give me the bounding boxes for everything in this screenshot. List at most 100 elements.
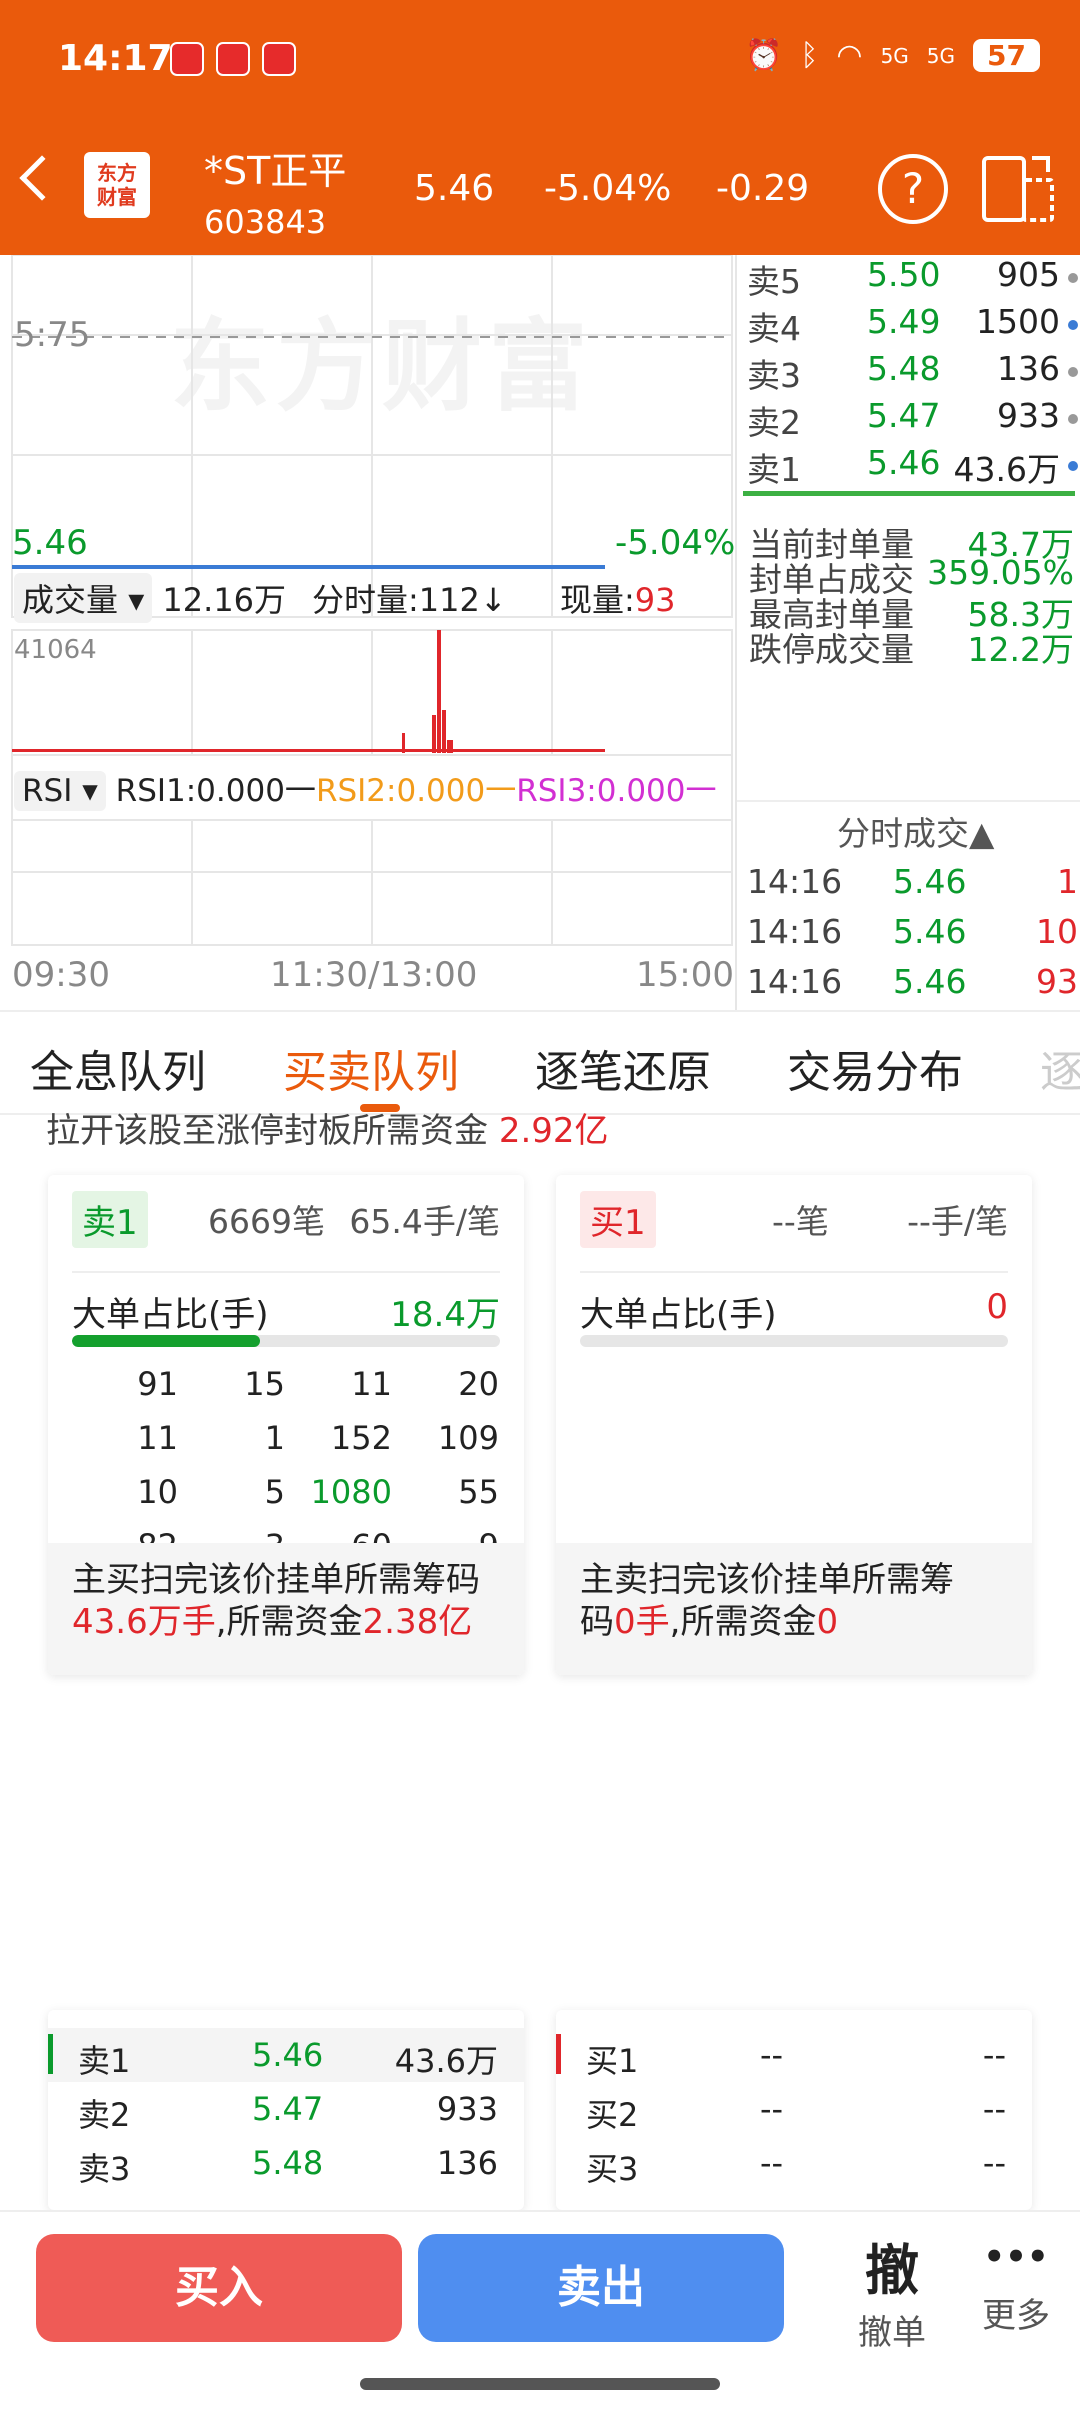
orderbook-row[interactable]: 卖4 5.49 1500 [743, 302, 1078, 350]
battery-icon: 57 [973, 39, 1040, 72]
depth-price: 5.47 [252, 2090, 324, 2128]
big-order-value: 18.4万 [390, 1295, 500, 1335]
queue-order-size: 15 [244, 1365, 285, 1403]
queue-order-size: 91 [137, 1365, 178, 1403]
buy1-tag: 买1 [580, 1191, 656, 1248]
tab-full-queue[interactable]: 全息队列 [30, 1036, 206, 1100]
stock-code: 603843 [204, 203, 327, 241]
bottom-action-bar: 买入 卖出 撤 撤单 ••• 更多 [0, 2210, 1080, 2360]
tab-trade-distribution[interactable]: 交易分布 [787, 1036, 963, 1100]
orderbook-label: 卖4 [747, 309, 801, 348]
switch-layout-icon[interactable] [980, 154, 1056, 224]
header-price: 5.46 [414, 168, 495, 209]
bluetooth-icon: ᛒ [800, 38, 819, 73]
big-order-bar [72, 1335, 500, 1347]
cancel-icon: 撤 [865, 2239, 919, 2302]
orderbook-row[interactable]: 卖1 5.46 43.6万 [743, 443, 1078, 491]
sell1-orders: 6669笔 [208, 1202, 325, 1241]
tick-time: 14:16 [747, 912, 843, 951]
orderbook-row[interactable]: 卖3 5.48 136 [743, 349, 1078, 397]
alarm-icon: ⏰ [745, 38, 783, 73]
tab-bid-ask-queue[interactable]: 买卖队列 [283, 1036, 459, 1100]
depth-label: 卖1 [78, 2042, 131, 2080]
sell-button[interactable]: 卖出 [418, 2234, 784, 2342]
depth-row[interactable]: 买2 -- -- [556, 2082, 1032, 2136]
sell1-queue-card: 卖1 6669笔 65.4手/笔 大单占比(手) 18.4万 91 15 11 20 1… [48, 1175, 524, 1675]
depth-label: 买3 [586, 2150, 639, 2188]
buy1-orders: --笔 [772, 1202, 829, 1241]
buy1-per-order: --手/笔 [907, 1202, 1008, 1241]
orderbook-price: 5.50 [867, 255, 941, 294]
intraday-chart[interactable]: 东方财富 5:75 5.46 -5.04% 成交量 ▾ 12.16万 分时量:1… [0, 255, 735, 1010]
tick-volume: 10 [1036, 912, 1078, 951]
app-logo: 东方 财富 [84, 152, 150, 218]
status-icons: ⏰ ᛒ ◠ 5G 5G 57 [745, 38, 1040, 73]
orderbook-row[interactable]: 卖2 5.47 933 [743, 396, 1078, 444]
buy-depth-card: 买1 -- -- 买2 -- -- 买3 -- -- [556, 2010, 1032, 2210]
orderbook-row[interactable]: 卖5 5.50 905 [743, 255, 1078, 303]
order-dot-icon [1068, 461, 1078, 471]
limit-stat-value: 12.2万 [967, 630, 1074, 669]
minute-volume: 分时量:112↓ [312, 581, 507, 619]
tick-price: 5.46 [893, 862, 967, 901]
top-bar: 14:17 ⏰ ᛒ ◠ 5G 5G 57 东方 财富 *ST正平 603843 5… [0, 0, 1080, 255]
big-order-label: 大单占比(手) [72, 1295, 269, 1335]
depth-row[interactable]: 卖3 5.48 136 [48, 2136, 524, 2190]
tick-price: 5.46 [893, 962, 967, 1001]
help-icon[interactable]: ? [878, 154, 948, 224]
orderbook-price: 5.48 [867, 349, 941, 388]
depth-row[interactable]: 卖1 5.46 43.6万 [48, 2028, 524, 2082]
limit-stat-value: 359.05% [927, 553, 1074, 592]
orderbook-label: 卖5 [747, 262, 801, 301]
tick-price: 5.46 [893, 912, 967, 951]
more-button[interactable]: ••• 更多 [966, 2226, 1066, 2337]
cancel-order-button[interactable]: 撤 撤单 [842, 2226, 942, 2354]
tick-title[interactable]: 分时成交▲ [837, 807, 994, 855]
depth-label: 买2 [586, 2096, 639, 2134]
queue-order-size: 11 [137, 1419, 178, 1457]
volume-bars [12, 630, 605, 753]
queue-order-size: 109 [437, 1419, 499, 1457]
tick-volume: 93 [1036, 962, 1078, 1001]
order-dot-icon [1068, 367, 1078, 377]
volume-total: 12.16万 [162, 581, 287, 619]
buy-button[interactable]: 买入 [36, 2234, 402, 2342]
queue-order-size: 1 [264, 1419, 285, 1457]
buy1-queue-card: 买1 --笔 --手/笔 大单占比(手) 0 主卖扫完该价挂单所需筹 码0手,所… [556, 1175, 1032, 1675]
depth-price: -- [760, 2090, 784, 2128]
depth-row[interactable]: 买1 -- -- [556, 2028, 1032, 2082]
buy1-footer: 主卖扫完该价挂单所需筹 码0手,所需资金0 [556, 1543, 1032, 1675]
queue-order-size: 10 [137, 1473, 178, 1511]
order-book-divider [743, 491, 1075, 496]
rsi3-value: RSI3:0.000一 [516, 773, 717, 809]
order-dot-icon [1068, 414, 1078, 424]
header-change-pct: -5.04% [544, 168, 672, 209]
depth-label: 买1 [586, 2042, 639, 2080]
tick-volume: 1 [1057, 862, 1078, 901]
limit-stat-row: 跌停成交量 12.2万 [749, 623, 1074, 671]
orderbook-price: 5.47 [867, 396, 941, 435]
orderbook-volume: 905 [997, 255, 1060, 294]
depth-label: 卖3 [78, 2150, 131, 2188]
orderbook-label: 卖2 [747, 403, 801, 442]
notification-app-icon [262, 42, 296, 76]
limit-stat-label: 跌停成交量 [749, 630, 914, 669]
depth-volume: -- [982, 2144, 1006, 2182]
depth-price: -- [760, 2144, 784, 2182]
rsi-selector[interactable]: RSI ▾ [14, 771, 106, 811]
depth-row[interactable]: 买3 -- -- [556, 2136, 1032, 2190]
tab-bar: 全息队列 买卖队列 逐笔还原 交易分布 逐 [0, 1010, 1080, 1115]
order-book-panel: 卖5 5.50 905 卖4 5.49 1500 卖3 5.48 136 卖2 5.47 933 卖1 5… [735, 255, 1080, 1010]
orderbook-price: 5.46 [867, 443, 941, 482]
orderbook-price: 5.49 [867, 302, 941, 341]
notification-app-icon [170, 42, 204, 76]
home-indicator[interactable] [360, 2378, 720, 2390]
tab-tick-replay[interactable]: 逐笔还原 [535, 1036, 711, 1100]
back-arrow-icon[interactable] [19, 155, 65, 201]
queue-order-size: 55 [458, 1473, 499, 1511]
tab-more[interactable]: 逐 [1040, 1036, 1080, 1100]
orderbook-volume: 43.6万 [953, 450, 1060, 489]
depth-row[interactable]: 卖2 5.47 933 [48, 2082, 524, 2136]
pct-label: -5.04% [615, 523, 736, 563]
volume-selector[interactable]: 成交量 ▾ [14, 573, 153, 623]
